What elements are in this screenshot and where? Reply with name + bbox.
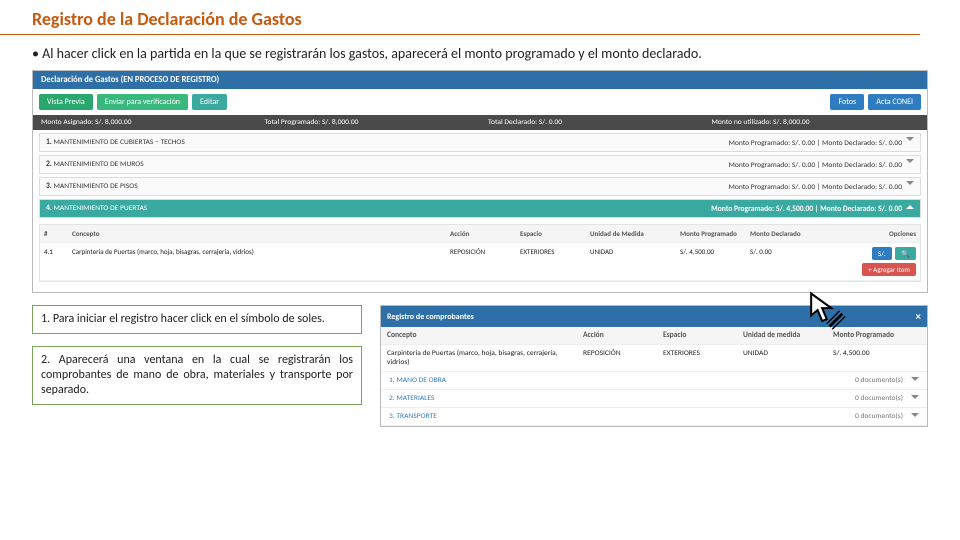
cursor-annotation-icon xyxy=(802,288,846,332)
category-materiales[interactable]: 2. MATERIALES 0 documento(s) xyxy=(381,390,927,408)
modal-title: Registro de comprobantes xyxy=(387,312,474,322)
category-transporte[interactable]: 3. TRANSPORTE 0 documento(s) xyxy=(381,408,927,426)
note-2: 2. Aparecerá una ventana en la cual se r… xyxy=(32,346,362,405)
partida-row-1[interactable]: 1. MANTENIMIENTO DE CUBIERTAS – TECHOS M… xyxy=(39,133,921,152)
editar-button[interactable]: Editar xyxy=(192,94,227,110)
chevron-down-icon xyxy=(911,377,919,385)
detail-table: # Concepto Acción Espacio Unidad de Medi… xyxy=(39,224,921,282)
total-programado: Total Programado: S/. 8,000.00 xyxy=(257,115,481,130)
chevron-down-icon xyxy=(906,181,914,189)
notes-column: 1. Para iniciar el registro hacer click … xyxy=(32,305,362,405)
chevron-down-icon xyxy=(911,395,919,403)
instruction-bullet: Al hacer click en la partida en la que s… xyxy=(0,35,960,70)
view-icon[interactable]: 🔍 xyxy=(895,247,916,260)
chevron-down-icon xyxy=(906,137,914,145)
partida-row-2[interactable]: 2. MANTENIMIENTO DE MUROS Monto Programa… xyxy=(39,155,921,174)
add-item-button[interactable]: + Agregar Item xyxy=(862,263,916,276)
close-icon[interactable]: × xyxy=(916,310,921,323)
soles-icon[interactable]: S/. xyxy=(872,247,892,260)
modal-table-row: Carpintería de Puertas (marco, hoja, bis… xyxy=(381,345,927,372)
main-screenshot: Declaración de Gastos (EN PROCESO DE REG… xyxy=(32,70,928,293)
summary-bar: Monto Asignado: S/. 8,000.00 Total Progr… xyxy=(33,115,927,130)
monto-asignado: Monto Asignado: S/. 8,000.00 xyxy=(33,115,257,130)
toolbar: Vista Previa Enviar para verificación Ed… xyxy=(33,89,927,115)
chevron-up-icon xyxy=(906,201,914,209)
fotos-button[interactable]: Fotos xyxy=(830,94,864,110)
total-declarado: Total Declarado: S/. 0.00 xyxy=(480,115,704,130)
vista-previa-button[interactable]: Vista Previa xyxy=(39,94,93,110)
enviar-button[interactable]: Enviar para verificación xyxy=(97,94,188,110)
table-header: # Concepto Acción Espacio Unidad de Medi… xyxy=(40,225,920,243)
partida-row-4[interactable]: 4. MANTENIMIENTO DE PUERTAS Monto Progra… xyxy=(39,199,921,218)
monto-no-utilizado: Monto no utilizado: S/. 8,000.00 xyxy=(704,115,928,130)
category-mano-obra[interactable]: 1. MANO DE OBRA 0 documento(s) xyxy=(381,372,927,390)
acta-button[interactable]: Acta CONEI xyxy=(868,94,921,110)
panel-header: Declaración de Gastos (EN PROCESO DE REG… xyxy=(33,71,927,89)
note-1: 1. Para iniciar el registro hacer click … xyxy=(32,305,362,334)
page-title: Registro de la Declaración de Gastos xyxy=(0,0,920,35)
table-row: 4.1 Carpintería de Puertas (marco, hoja,… xyxy=(40,243,920,281)
chevron-down-icon xyxy=(911,413,919,421)
partida-row-3[interactable]: 3. MANTENIMIENTO DE PISOS Monto Programa… xyxy=(39,177,921,196)
chevron-down-icon xyxy=(906,159,914,167)
